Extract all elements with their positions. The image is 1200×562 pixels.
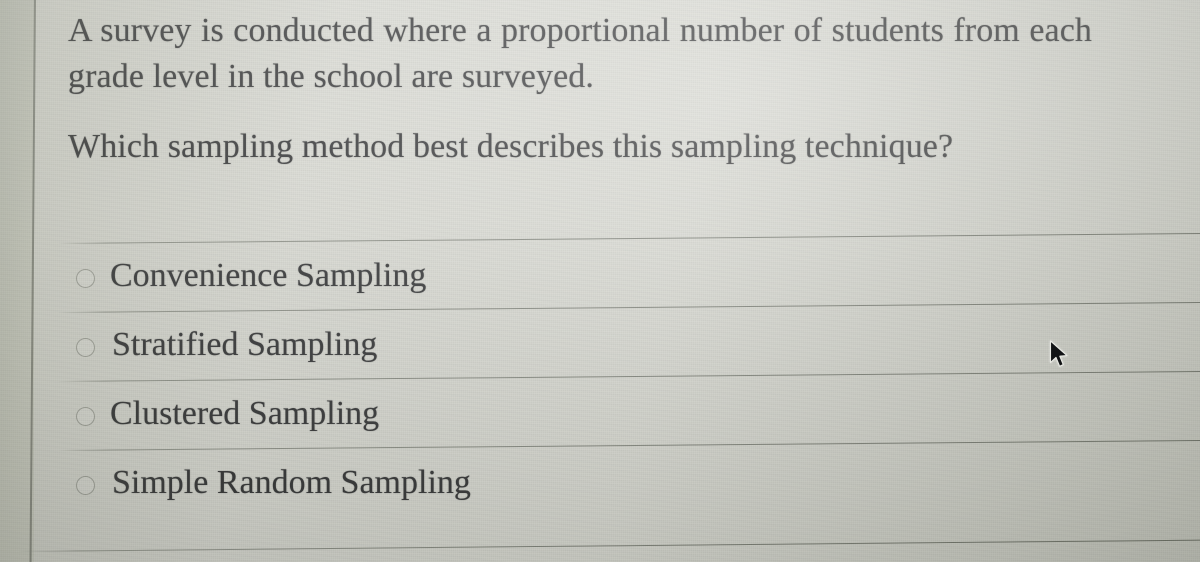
question-text-block: A survey is conducted where a proportion… [68, 8, 1092, 170]
option-label-simple-random: Simple Random Sampling [112, 464, 471, 501]
quiz-screen-photo: A survey is conducted where a proportion… [0, 0, 1200, 562]
option-separator-line [57, 232, 1200, 244]
question-paragraph-2: Which sampling method best describes thi… [68, 128, 954, 165]
option-label-convenience: Convenience Sampling [110, 257, 427, 294]
answer-options-list: Convenience Sampling Stratified Sampling… [40, 232, 1200, 519]
question-paragraph-1: A survey is conducted where a proportion… [68, 12, 1092, 95]
option-simple-random[interactable]: Simple Random Sampling [40, 439, 1200, 519]
option-label-stratified: Stratified Sampling [112, 326, 378, 363]
arrow-pointer-cursor [1049, 340, 1068, 367]
option-stratified[interactable]: Stratified Sampling [40, 301, 1200, 381]
option-label-clustered: Clustered Sampling [110, 395, 380, 432]
radio-button-clustered[interactable] [76, 407, 95, 426]
option-convenience[interactable]: Convenience Sampling [40, 232, 1200, 312]
left-gutter [0, 0, 34, 562]
radio-button-simple-random[interactable] [76, 476, 95, 495]
radio-button-convenience[interactable] [76, 269, 95, 288]
question-content-area: A survey is conducted where a proportion… [40, 0, 1200, 562]
radio-button-stratified[interactable] [76, 338, 95, 357]
option-clustered[interactable]: Clustered Sampling [40, 370, 1200, 450]
